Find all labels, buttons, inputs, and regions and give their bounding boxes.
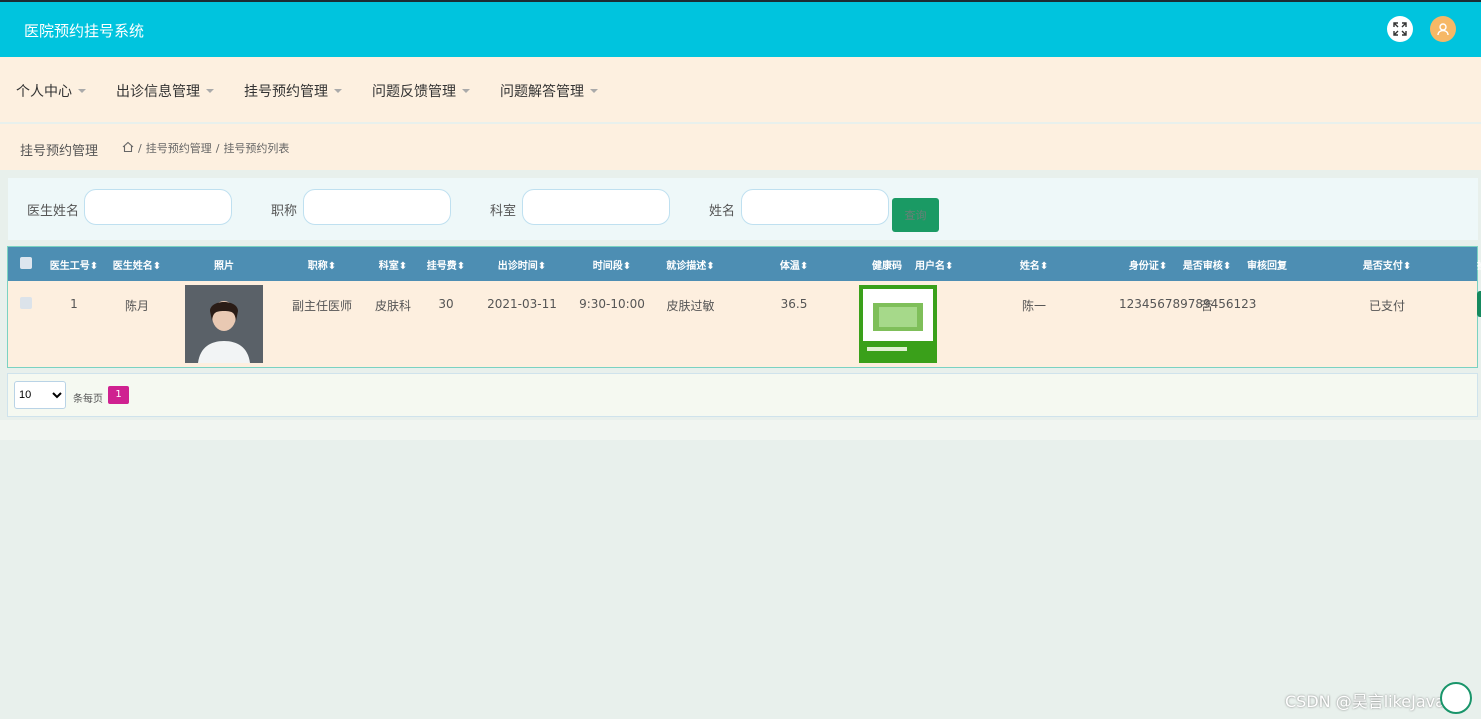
department-label: 科室 [490, 204, 517, 219]
appointment-table: 医生工号⬍ 医生姓名⬍ 照片 职称⬍ 科室⬍ 挂号费⬍ 出诊时间⬍ 时间段⬍ 就… [7, 246, 1481, 368]
breadcrumb-item[interactable]: 挂号预约管理 [146, 140, 212, 156]
main-menu: 个人中心 出诊信息管理 挂号预约管理 问题反馈管理 问题解答管理 [0, 57, 1481, 122]
caret-down-icon [206, 89, 214, 93]
menu-appointment[interactable]: 挂号预约管理 [244, 81, 342, 101]
col-header[interactable]: 科室⬍ [366, 247, 420, 281]
col-header[interactable]: 是否支付⬍ [1297, 247, 1477, 281]
cell-date: 2021-03-11 [487, 297, 557, 311]
per-page-label: 条每页 [73, 394, 103, 405]
title-input[interactable] [303, 189, 451, 225]
caret-down-icon [590, 89, 598, 93]
sort-icon: ⬍ [89, 260, 99, 272]
menu-answers[interactable]: 问题解答管理 [500, 81, 598, 101]
home-icon[interactable] [122, 141, 134, 156]
top-bar: 医院预约挂号系统 [0, 0, 1481, 57]
breadcrumb-bar: 挂号预约管理 / 挂号预约管理 / 挂号预约列表 [0, 124, 1481, 170]
page-size-select[interactable]: 10 [14, 381, 66, 409]
cell-title: 副主任医师 [291, 299, 352, 313]
sort-icon: ⬍ [706, 260, 715, 272]
name-label: 姓名 [709, 204, 736, 219]
cell-id-card: 123456789789456123 [1119, 297, 1257, 311]
cell-doctor-id: 1 [70, 297, 78, 311]
watermark: CSDN @昊言likeJava [1285, 692, 1445, 711]
doctor-name-input[interactable] [84, 189, 232, 225]
col-header[interactable]: 身份证⬍ [1119, 247, 1177, 281]
sort-icon: ⬍ [1039, 260, 1049, 272]
menu-feedback[interactable]: 问题反馈管理 [372, 81, 470, 101]
breadcrumb-separator: / [138, 141, 142, 155]
cell-time-slot: 9:30-10:00 [579, 297, 645, 311]
menu-visit-info[interactable]: 出诊信息管理 [116, 81, 214, 101]
table-header-row: 医生工号⬍ 医生姓名⬍ 照片 职称⬍ 科室⬍ 挂号费⬍ 出诊时间⬍ 时间段⬍ 就… [8, 247, 1481, 281]
col-header[interactable]: 医生姓名⬍ [104, 247, 170, 281]
pagination: 10 条每页 1 [7, 373, 1478, 417]
name-input[interactable] [741, 189, 889, 225]
col-header[interactable]: 医生工号⬍ [44, 247, 104, 281]
col-header: 健康码 [872, 260, 903, 272]
sort-icon: ⬍ [1222, 260, 1232, 272]
search-bar: 医生姓名 职称 科室 姓名 查询 [8, 178, 1478, 240]
col-header[interactable]: 体温⬍ [729, 247, 859, 281]
sort-icon: ⬍ [799, 260, 809, 272]
cell-name: 陈一 [1022, 299, 1047, 313]
caret-down-icon [334, 89, 342, 93]
sort-icon: ⬍ [398, 260, 408, 272]
cell-doctor-name: 陈月 [124, 299, 149, 313]
col-header[interactable]: 出诊时间⬍ [472, 247, 572, 281]
sort-icon: ⬍ [327, 260, 337, 272]
back-to-top-icon[interactable] [1440, 682, 1472, 714]
col-header[interactable]: 时间段⬍ [572, 247, 652, 281]
health-code-image [859, 285, 938, 363]
sort-icon: ⬍ [945, 260, 954, 272]
cell-temperature: 36.5 [780, 297, 808, 311]
caret-down-icon [462, 89, 470, 93]
cell-department: 皮肤科 [374, 299, 411, 313]
row-checkbox[interactable] [20, 297, 32, 309]
sort-icon: ⬍ [1158, 260, 1168, 272]
col-header[interactable]: 挂号费⬍ [420, 247, 472, 281]
col-header[interactable]: 用户名⬍ [915, 247, 953, 281]
caret-down-icon [78, 89, 86, 93]
cell-review-reply [1237, 281, 1297, 367]
menu-personal-center[interactable]: 个人中心 [16, 81, 86, 101]
breadcrumb: / 挂号预约管理 / 挂号预约列表 [122, 140, 289, 156]
col-header: 审核回复 [1247, 260, 1288, 272]
breadcrumb-item: 挂号预约列表 [223, 142, 290, 155]
cell-description: 皮肤过敏 [666, 299, 715, 313]
table-row: 1 陈月 副主任医师 皮肤科 30 2021-03-11 9:30-10:00 … [8, 281, 1481, 367]
page-title: 挂号预约管理 [20, 144, 99, 159]
audit-button[interactable]: 审核 [1477, 291, 1481, 317]
col-header[interactable]: 就诊描述⬍ [652, 247, 729, 281]
doctor-photo [185, 285, 263, 363]
sort-icon: ⬍ [1402, 260, 1412, 272]
department-input[interactable] [522, 189, 670, 225]
select-all-checkbox[interactable] [20, 256, 32, 269]
col-header[interactable]: 职称⬍ [278, 247, 366, 281]
sort-icon: ⬍ [152, 260, 162, 272]
sort-icon: ⬍ [622, 260, 632, 272]
page-number-button[interactable]: 1 [108, 386, 129, 404]
title-label: 职称 [271, 204, 298, 219]
doctor-name-label: 医生姓名 [27, 204, 80, 219]
fullscreen-icon[interactable] [1387, 16, 1413, 42]
sort-icon: ⬍ [537, 260, 547, 272]
content-footer [0, 420, 1481, 440]
cell-paid: 已支付 [1369, 299, 1406, 313]
search-button[interactable]: 查询 [892, 198, 939, 232]
col-header: 照片 [214, 260, 234, 272]
user-avatar-icon[interactable] [1430, 16, 1456, 42]
col-header[interactable]: 姓名⬍ [949, 247, 1119, 281]
sort-icon: ⬍ [456, 260, 466, 272]
breadcrumb-separator: / [215, 141, 220, 155]
cell-reviewed: 否 [1201, 299, 1214, 313]
col-header[interactable]: 是否审核⬍ [1177, 247, 1237, 281]
cell-fee: 30 [438, 297, 454, 311]
app-title: 医院预约挂号系统 [24, 22, 145, 40]
